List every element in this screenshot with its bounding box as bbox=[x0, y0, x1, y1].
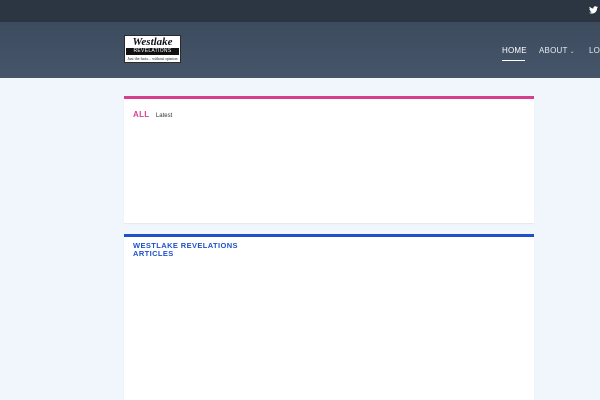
all-tab[interactable]: ALL bbox=[133, 110, 149, 119]
logo-band: REVELATIONS bbox=[126, 48, 179, 55]
latest-all-panel: ALL Latest bbox=[124, 96, 534, 223]
panel-title: WESTLAKE REVELATIONS ARTICLES bbox=[133, 242, 273, 258]
top-bar bbox=[0, 0, 600, 22]
articles-title-line2: ARTICLES bbox=[133, 249, 174, 258]
logo-wordmark: Westlake bbox=[132, 36, 173, 48]
twitter-link[interactable] bbox=[586, 3, 600, 17]
logo-tagline: Just the facts... without opinion bbox=[127, 56, 178, 61]
nav-item-about-label: ABOUT bbox=[539, 46, 568, 55]
active-nav-underline bbox=[502, 60, 525, 61]
latest-label: Latest bbox=[155, 113, 173, 119]
chevron-down-icon: ⌄ bbox=[569, 49, 575, 55]
articles-panel: WESTLAKE REVELATIONS ARTICLES bbox=[124, 234, 534, 400]
panel-title: ALL Latest bbox=[133, 104, 172, 122]
main-nav: HOME ABOUT ⌄ LO bbox=[502, 46, 600, 58]
nav-item-about[interactable]: ABOUT ⌄ bbox=[539, 46, 575, 58]
twitter-icon bbox=[588, 6, 598, 14]
site-logo[interactable]: Westlake REVELATIONS Just the facts... w… bbox=[124, 35, 181, 63]
nav-item-home[interactable]: HOME bbox=[502, 46, 527, 58]
nav-item-truncated[interactable]: LO bbox=[589, 46, 600, 58]
